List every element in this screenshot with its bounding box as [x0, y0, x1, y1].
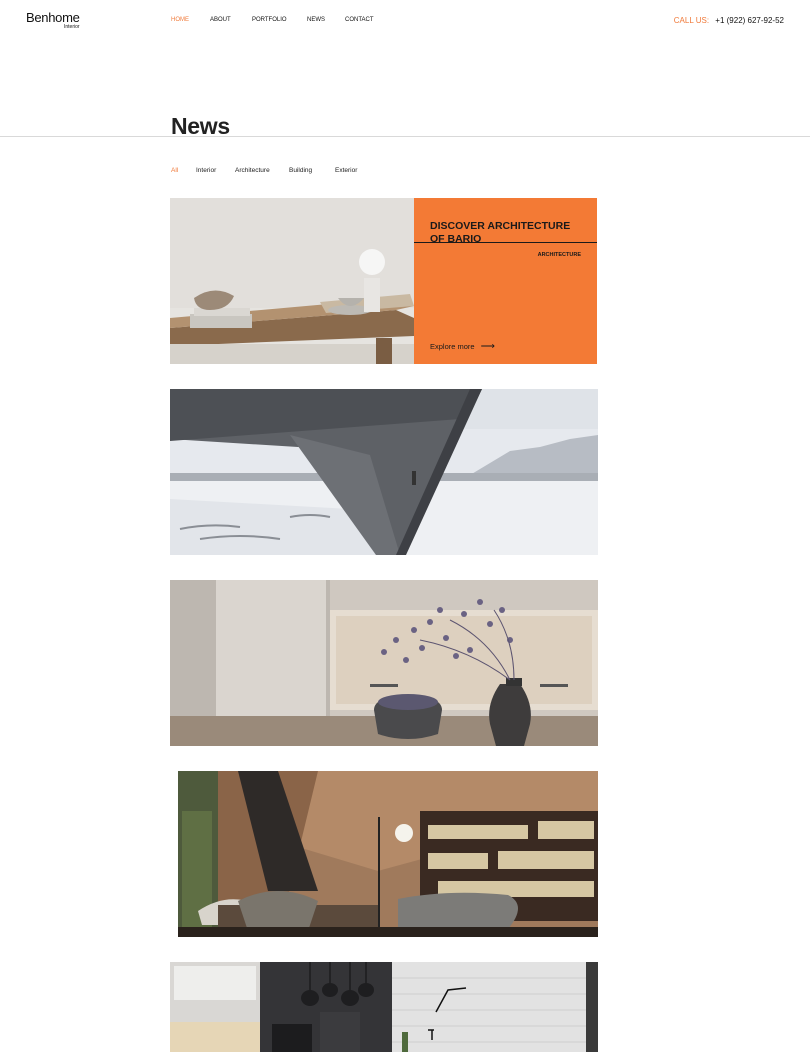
call-us[interactable]: CALL US: +1 (922) 627-92-52 — [674, 16, 784, 25]
news-card-image[interactable] — [170, 389, 598, 555]
interior-shelf-image — [170, 198, 414, 364]
explore-more-label: Explore more — [430, 342, 475, 351]
phone-number[interactable]: +1 (922) 627-92-52 — [715, 16, 784, 25]
vase-decor-image — [170, 580, 598, 746]
featured-tag[interactable]: ARCHITECTURE — [538, 252, 581, 258]
category-filters: All Interior Architecture Building Exter… — [171, 167, 375, 174]
featured-info-panel: DISCOVER ARCHITECTURE OF BARIO ARCHITECT… — [414, 198, 597, 364]
kitchen-interior-image — [170, 962, 598, 1052]
news-card-image[interactable] — [170, 198, 414, 364]
news-card-image[interactable] — [178, 771, 598, 937]
attic-library-image — [178, 771, 598, 937]
nav-news[interactable]: NEWS — [307, 17, 345, 23]
main-nav: HOME ABOUT PORTFOLIO NEWS CONTACT — [171, 17, 385, 23]
explore-more-link[interactable]: Explore more ⟶ — [430, 340, 495, 352]
site-header: Benhome Interior HOME ABOUT PORTFOLIO NE… — [0, 0, 810, 40]
nav-portfolio[interactable]: PORTFOLIO — [252, 17, 307, 23]
filter-all[interactable]: All — [171, 167, 196, 174]
nav-about[interactable]: ABOUT — [210, 17, 252, 23]
snow-architecture-image — [170, 389, 598, 555]
page-title: News — [171, 113, 230, 139]
logo-text: Benhome — [26, 10, 80, 25]
filter-architecture[interactable]: Architecture — [235, 167, 289, 174]
nav-home[interactable]: HOME — [171, 17, 210, 23]
news-card-image[interactable] — [170, 580, 598, 746]
nav-contact[interactable]: CONTACT — [345, 17, 385, 23]
title-divider — [0, 136, 810, 137]
news-card-image[interactable] — [170, 962, 598, 1052]
filter-interior[interactable]: Interior — [196, 167, 235, 174]
filter-building[interactable]: Building — [289, 167, 335, 174]
call-label: CALL US: — [673, 16, 710, 25]
filter-exterior[interactable]: Exterior — [335, 167, 375, 174]
logo[interactable]: Benhome Interior — [26, 10, 80, 31]
logo-subtitle: Interior — [64, 24, 80, 30]
featured-divider — [414, 242, 597, 243]
arrow-right-icon: ⟶ — [480, 340, 495, 352]
